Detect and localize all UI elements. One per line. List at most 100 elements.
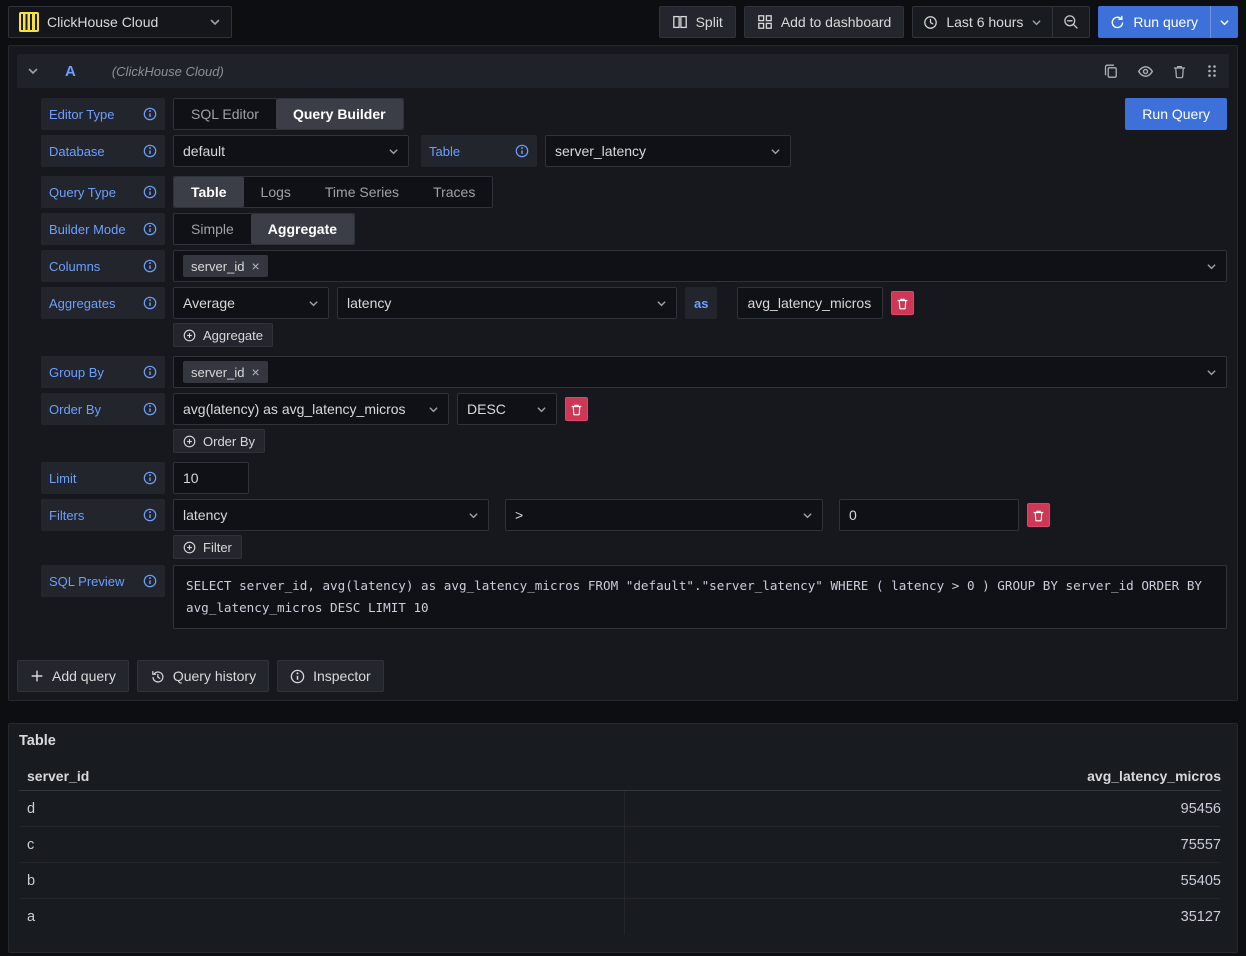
- chevron-down-icon: [1031, 17, 1042, 28]
- editor-type-option-query-builder[interactable]: Query Builder: [276, 99, 403, 129]
- datasource-picker[interactable]: ClickHouse Cloud: [8, 6, 232, 38]
- collapse-chevron-icon[interactable]: [27, 65, 39, 77]
- info-circle-icon[interactable]: [143, 185, 157, 199]
- query-datasource-hint: (ClickHouse Cloud): [112, 64, 224, 79]
- plus-circle-icon: [183, 435, 196, 448]
- query-footer: Add query Query history Inspector: [9, 634, 1237, 700]
- filter-value-input[interactable]: 0: [839, 499, 1019, 531]
- split-button[interactable]: Split: [659, 6, 736, 38]
- run-query-editor-button[interactable]: Run Query: [1125, 98, 1227, 130]
- query-type-option-table[interactable]: Table: [174, 177, 244, 207]
- limit-input[interactable]: 10: [173, 462, 249, 494]
- aggregate-function-select[interactable]: Average: [173, 287, 329, 319]
- info-circle-icon[interactable]: [143, 402, 157, 416]
- remove-aggregate-button[interactable]: [891, 291, 914, 315]
- hide-query-eye-icon[interactable]: [1137, 63, 1154, 80]
- chevron-down-icon: [308, 298, 319, 309]
- order-by-label: Order By: [41, 393, 165, 425]
- info-circle-icon[interactable]: [143, 144, 157, 158]
- column-header-avg-latency-micros[interactable]: avg_latency_micros: [624, 768, 1221, 784]
- builder-mode-option-aggregate[interactable]: Aggregate: [251, 214, 354, 244]
- table-row: a 35127: [19, 899, 1221, 935]
- group-by-label: Group By: [41, 356, 165, 388]
- query-type-option-traces[interactable]: Traces: [416, 177, 492, 207]
- inspector-button[interactable]: Inspector: [277, 660, 384, 692]
- delete-query-trash-icon[interactable]: [1172, 64, 1187, 79]
- add-query-button[interactable]: Add query: [17, 660, 129, 692]
- info-circle-icon[interactable]: [143, 296, 157, 310]
- add-to-dashboard-button[interactable]: Add to dashboard: [744, 6, 905, 38]
- history-icon: [150, 669, 165, 684]
- editor-type-option-sql-editor[interactable]: SQL Editor: [174, 99, 276, 129]
- sql-preview-text: SELECT server_id, avg(latency) as avg_la…: [173, 565, 1227, 629]
- filters-label: Filters: [41, 499, 165, 531]
- cell-server-id: b: [19, 863, 624, 898]
- table-select[interactable]: server_latency: [545, 135, 791, 167]
- query-builder-form: Editor Type SQL Editor Query Builder Run…: [9, 96, 1237, 629]
- remove-filter-button[interactable]: [1027, 503, 1050, 527]
- run-query-label: Run query: [1133, 14, 1198, 30]
- sql-preview-label: SQL Preview: [41, 565, 165, 597]
- query-type-option-time-series[interactable]: Time Series: [308, 177, 416, 207]
- chevron-down-icon: [802, 510, 813, 521]
- info-circle-icon[interactable]: [143, 574, 157, 588]
- drag-handle-icon[interactable]: [1205, 63, 1219, 79]
- run-query-split-button: Run query: [1098, 6, 1238, 38]
- zoom-out-time-button[interactable]: [1052, 7, 1089, 37]
- split-label: Split: [696, 14, 723, 30]
- remove-chip-icon[interactable]: ×: [251, 365, 259, 379]
- table-row: c 75557: [19, 827, 1221, 863]
- info-circle-icon[interactable]: [143, 508, 157, 522]
- chevron-down-icon: [536, 404, 547, 415]
- columns-multiselect[interactable]: server_id ×: [173, 250, 1227, 282]
- order-by-direction-select[interactable]: DESC: [457, 393, 557, 425]
- limit-label: Limit: [41, 462, 165, 494]
- query-ref-id[interactable]: A: [65, 63, 76, 80]
- aggregate-column-select[interactable]: latency: [337, 287, 677, 319]
- column-header-server-id[interactable]: server_id: [19, 768, 624, 784]
- order-by-field-select[interactable]: avg(latency) as avg_latency_micros: [173, 393, 449, 425]
- chevron-down-icon: [428, 404, 439, 415]
- plus-icon: [30, 669, 44, 683]
- editor-type-toggle: SQL Editor Query Builder: [173, 98, 404, 130]
- columns-label: Columns: [41, 250, 165, 282]
- columns-chip-server-id: server_id ×: [183, 255, 268, 277]
- query-type-toggle: Table Logs Time Series Traces: [173, 176, 493, 208]
- info-circle-icon[interactable]: [143, 107, 157, 121]
- filter-operator-select[interactable]: >: [505, 499, 823, 531]
- chevron-down-icon: [770, 146, 781, 157]
- run-query-button[interactable]: Run query: [1098, 6, 1210, 38]
- table-results-panel: Table server_id avg_latency_micros d 954…: [8, 723, 1238, 953]
- remove-chip-icon[interactable]: ×: [251, 259, 259, 273]
- info-circle-icon[interactable]: [143, 222, 157, 236]
- cell-avg-latency: 55405: [624, 863, 1222, 898]
- aggregate-alias-input[interactable]: avg_latency_micros: [737, 287, 883, 319]
- chevron-down-icon: [1206, 367, 1217, 378]
- cell-server-id: c: [19, 827, 624, 862]
- add-order-by-button[interactable]: Order By: [173, 429, 265, 453]
- filter-column-select[interactable]: latency: [173, 499, 489, 531]
- table-row: d 95456: [19, 791, 1221, 827]
- group-by-multiselect[interactable]: server_id ×: [173, 356, 1227, 388]
- cell-avg-latency: 75557: [624, 827, 1222, 862]
- run-query-options-button[interactable]: [1210, 6, 1238, 38]
- add-filter-button[interactable]: Filter: [173, 535, 242, 559]
- database-select[interactable]: default: [173, 135, 409, 167]
- info-circle-icon[interactable]: [515, 144, 529, 158]
- info-circle-icon[interactable]: [143, 365, 157, 379]
- query-history-button[interactable]: Query history: [137, 660, 269, 692]
- builder-mode-option-simple[interactable]: Simple: [174, 214, 251, 244]
- remove-order-by-button[interactable]: [565, 397, 588, 421]
- time-range-picker[interactable]: Last 6 hours: [913, 7, 1052, 37]
- add-to-dashboard-label: Add to dashboard: [781, 14, 892, 30]
- query-type-label: Query Type: [41, 176, 165, 208]
- plus-circle-icon: [183, 541, 196, 554]
- query-editor-panel: A (ClickHouse Cloud) Editor Type SQL Edi…: [8, 45, 1238, 701]
- chevron-down-icon: [468, 510, 479, 521]
- add-aggregate-button[interactable]: Aggregate: [173, 323, 273, 347]
- builder-mode-label: Builder Mode: [41, 213, 165, 245]
- duplicate-query-icon[interactable]: [1103, 63, 1119, 79]
- query-type-option-logs[interactable]: Logs: [244, 177, 308, 207]
- info-circle-icon[interactable]: [143, 471, 157, 485]
- info-circle-icon[interactable]: [143, 259, 157, 273]
